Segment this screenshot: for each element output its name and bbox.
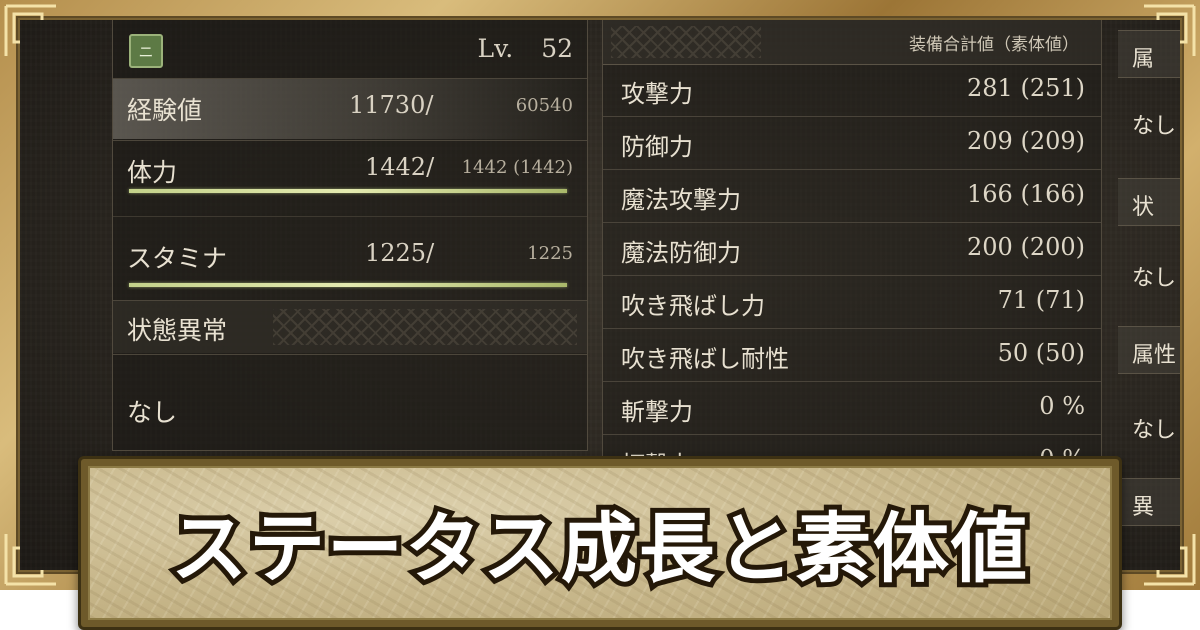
side-value: なし: [1132, 114, 1177, 139]
stat-row-knockback-resist: 吹き飛ばし耐性 50 (50): [603, 329, 1101, 382]
stat-row-slash: 斬撃力 0 %: [603, 382, 1101, 435]
side-header-label: 異: [1132, 495, 1155, 520]
side-header-label: 状: [1132, 195, 1155, 220]
level-value: 52: [541, 34, 573, 63]
stat-name: 魔法防御力: [621, 239, 741, 267]
stat-row-magic-defense: 魔法防御力 200 (200): [603, 223, 1101, 276]
status-ailment-value: なし: [127, 398, 178, 427]
stat-value: 281 (251): [967, 74, 1085, 102]
equipment-stats-panel: 装備合計値（素体値） 攻撃力 281 (251) 防御力 209 (209) 魔…: [602, 20, 1102, 488]
character-vitals-panel: ニ Lv. 52 経験値 11730/ 60540 体力 1442/ 1442 …: [112, 20, 588, 451]
stat-name: 防御力: [621, 133, 693, 161]
stamina-current: 1225/: [365, 239, 435, 267]
stat-value: 71 (71): [997, 286, 1085, 314]
side-resistance-column: 属 なし 状 なし 属性 なし 異: [1118, 20, 1180, 570]
stat-value: 209 (209): [967, 127, 1085, 155]
decorative-pattern: [273, 309, 577, 345]
stat-value: 200 (200): [967, 233, 1085, 261]
hp-label: 体力: [127, 158, 178, 187]
exp-next: 60540: [515, 95, 573, 116]
hp-bar: [129, 189, 567, 193]
stamina-label: スタミナ: [127, 244, 228, 273]
stat-value: 0 %: [1039, 392, 1085, 420]
exp-row: 経験値 11730/ 60540: [113, 78, 587, 139]
hp-detail: 1442 (1442): [461, 157, 573, 178]
hp-current: 1442/: [365, 153, 435, 181]
equipment-stats-header: 装備合計値（素体値）: [603, 20, 1101, 65]
stat-row-magic-attack: 魔法攻撃力 166 (166): [603, 170, 1101, 223]
exp-current: 11730/: [349, 91, 434, 119]
side-header: 属: [1118, 30, 1180, 78]
exp-label: 経験値: [127, 96, 203, 125]
status-ailment-header: 状態異常: [113, 300, 587, 353]
thumbnail: ニ Lv. 52 経験値 11730/ 60540 体力 1442/ 1442 …: [0, 0, 1200, 630]
stat-row-defense: 防御力 209 (209): [603, 117, 1101, 170]
hp-row: 体力 1442/ 1442 (1442): [113, 140, 587, 201]
status-ailment-heading: 状態異常: [127, 316, 228, 345]
stamina-max: 1225: [527, 243, 573, 264]
side-header-label: 属性: [1132, 343, 1177, 368]
stat-row-attack: 攻撃力 281 (251): [603, 64, 1101, 117]
stat-value: 166 (166): [967, 180, 1085, 208]
status-ailment-row: なし: [113, 354, 587, 449]
stamina-row: スタミナ 1225/ 1225: [113, 216, 587, 297]
side-header-label: 属: [1132, 47, 1155, 72]
stat-name: 攻撃力: [621, 80, 693, 108]
stat-value: 50 (50): [997, 339, 1085, 367]
stat-name: 吹き飛ばし耐性: [621, 345, 789, 373]
decorative-pattern: [611, 26, 761, 58]
level-label: Lv.: [477, 34, 514, 63]
side-header: 異: [1118, 478, 1180, 526]
side-header: 状: [1118, 178, 1180, 226]
level-display: Lv. 52: [477, 34, 573, 63]
stamina-bar: [129, 283, 567, 287]
stat-name: 吹き飛ばし力: [621, 292, 765, 320]
side-value: なし: [1132, 266, 1177, 291]
vocation-emblem-icon: ニ: [129, 34, 163, 68]
stat-name: 魔法攻撃力: [621, 186, 741, 214]
equipment-total-header: 装備合計値（素体値）: [909, 35, 1079, 55]
stat-row-knockback: 吹き飛ばし力 71 (71): [603, 276, 1101, 329]
stat-name: 斬撃力: [621, 398, 693, 426]
banner-title: ステータス成長と素体値: [166, 499, 1032, 598]
side-value: なし: [1132, 418, 1177, 443]
side-header: 属性: [1118, 326, 1180, 374]
title-banner: ステータス成長と素体値: [78, 456, 1122, 630]
